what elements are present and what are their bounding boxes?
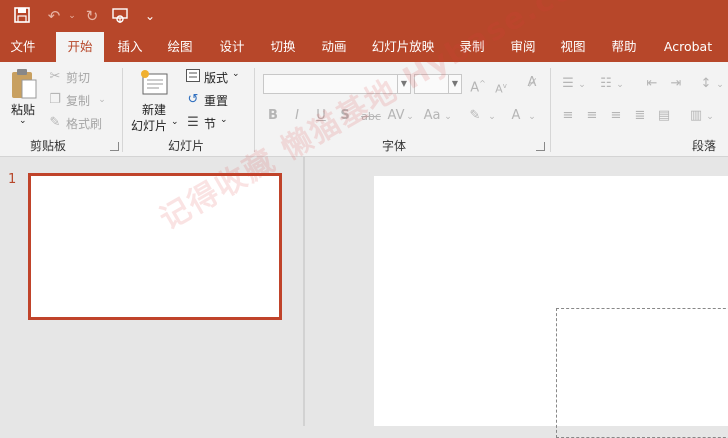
line-spacing-icon[interactable]: ↕	[698, 76, 714, 92]
clipboard-group-label: 剪贴板	[30, 139, 67, 153]
group-separator	[122, 68, 123, 152]
tab-animations[interactable]: 动画	[312, 32, 356, 62]
ribbon-tabs: 文件 开始 插入 绘图 设计 切换 动画 幻灯片放映 录制 审阅 视图 帮助 A…	[0, 32, 728, 62]
tab-insert[interactable]: 插入	[108, 32, 152, 62]
start-from-beginning-icon[interactable]	[110, 6, 130, 26]
font-launcher-icon[interactable]	[536, 142, 545, 151]
change-case-button[interactable]: Aa	[422, 108, 442, 124]
font-color-dropdown-icon[interactable]: ⌄	[528, 109, 536, 125]
group-separator	[550, 68, 551, 152]
tab-design[interactable]: 设计	[210, 32, 254, 62]
reset-button[interactable]: 重置	[204, 92, 228, 109]
font-size-dropdown-icon[interactable]: ▼	[448, 75, 461, 93]
section-icon: ☰	[187, 115, 199, 130]
highlight-dropdown-icon[interactable]: ⌄	[488, 109, 496, 125]
numbering-icon[interactable]: ☷	[598, 76, 614, 92]
paste-icon[interactable]	[10, 68, 38, 100]
paragraph-group-label: 段落	[692, 139, 717, 153]
new-slide-icon[interactable]	[139, 68, 169, 98]
copy-dropdown-icon[interactable]: ⌄	[97, 92, 107, 108]
increase-font-size-icon[interactable]: A^	[470, 76, 486, 96]
cut-button[interactable]: 剪切	[66, 69, 90, 86]
decrease-font-size-icon[interactable]: Av	[494, 78, 508, 98]
content-placeholder[interactable]	[556, 308, 728, 438]
numbering-dropdown-icon[interactable]: ⌄	[616, 77, 624, 93]
redo-icon[interactable]: ↻	[82, 6, 102, 26]
slide-number: 1	[8, 172, 17, 187]
tab-help[interactable]: 帮助	[602, 32, 646, 62]
layout-icon	[186, 69, 200, 87]
layout-dropdown-icon[interactable]: ⌄	[232, 69, 240, 79]
bold-button[interactable]: B	[266, 108, 280, 124]
reset-icon: ↺	[187, 92, 199, 107]
scissors-icon: ✂	[49, 69, 61, 84]
align-left-icon[interactable]: ≡	[560, 108, 576, 124]
columns-dropdown-icon[interactable]: ⌄	[706, 109, 714, 125]
clipboard-launcher-icon[interactable]	[110, 142, 119, 151]
tab-file[interactable]: 文件	[0, 32, 46, 62]
section-button[interactable]: 节	[204, 115, 216, 132]
layout-button[interactable]: 版式	[204, 69, 228, 86]
tab-acrobat[interactable]: Acrobat	[656, 32, 720, 62]
new-slide-dropdown-icon[interactable]: ⌄	[171, 117, 179, 127]
font-group-label: 字体	[382, 139, 407, 153]
increase-indent-icon[interactable]: ⇥	[668, 76, 684, 92]
align-right-icon[interactable]: ≡	[608, 108, 624, 124]
character-spacing-dropdown-icon[interactable]: ⌄	[406, 109, 414, 125]
line-spacing-dropdown-icon[interactable]: ⌄	[716, 77, 724, 93]
highlight-icon[interactable]: ✎	[466, 108, 484, 124]
undo-dropdown-icon[interactable]: ⌄	[62, 6, 82, 26]
font-color-button[interactable]: A	[508, 108, 524, 124]
tab-transitions[interactable]: 切换	[261, 32, 305, 62]
columns-icon[interactable]: ▥	[688, 108, 704, 124]
section-dropdown-icon[interactable]: ⌄	[220, 115, 228, 125]
undo-icon[interactable]: ↶	[44, 6, 64, 26]
save-icon[interactable]	[12, 6, 32, 26]
paste-dropdown-icon[interactable]: ⌄	[19, 116, 27, 126]
customize-qat-icon[interactable]: ⌄	[140, 6, 160, 26]
copy-icon: ❐	[49, 92, 61, 107]
change-case-dropdown-icon[interactable]: ⌄	[444, 109, 452, 125]
tab-home[interactable]: 开始	[56, 32, 104, 62]
justify-icon[interactable]: ≣	[632, 108, 648, 124]
distribute-icon[interactable]: ▤	[656, 108, 672, 124]
format-painter-button[interactable]: 格式刷	[66, 115, 102, 132]
copy-button[interactable]: 复制	[66, 92, 90, 109]
new-slide-label[interactable]: 新建	[142, 101, 166, 118]
title-bar: ↶ ⌄ ↻ ⌄	[0, 0, 728, 32]
new-slide-label-2[interactable]: 幻灯片	[131, 117, 167, 134]
align-center-icon[interactable]: ≡	[584, 108, 600, 124]
format-painter-icon: ✎	[49, 115, 61, 130]
bullets-dropdown-icon[interactable]: ⌄	[578, 77, 586, 93]
slides-group-label: 幻灯片	[168, 139, 205, 153]
tab-draw[interactable]: 绘图	[158, 32, 202, 62]
clear-formatting-icon[interactable]: A̷	[524, 75, 540, 91]
tab-view[interactable]: 视图	[551, 32, 595, 62]
bullets-icon[interactable]: ☰	[560, 76, 576, 92]
decrease-indent-icon[interactable]: ⇤	[644, 76, 660, 92]
